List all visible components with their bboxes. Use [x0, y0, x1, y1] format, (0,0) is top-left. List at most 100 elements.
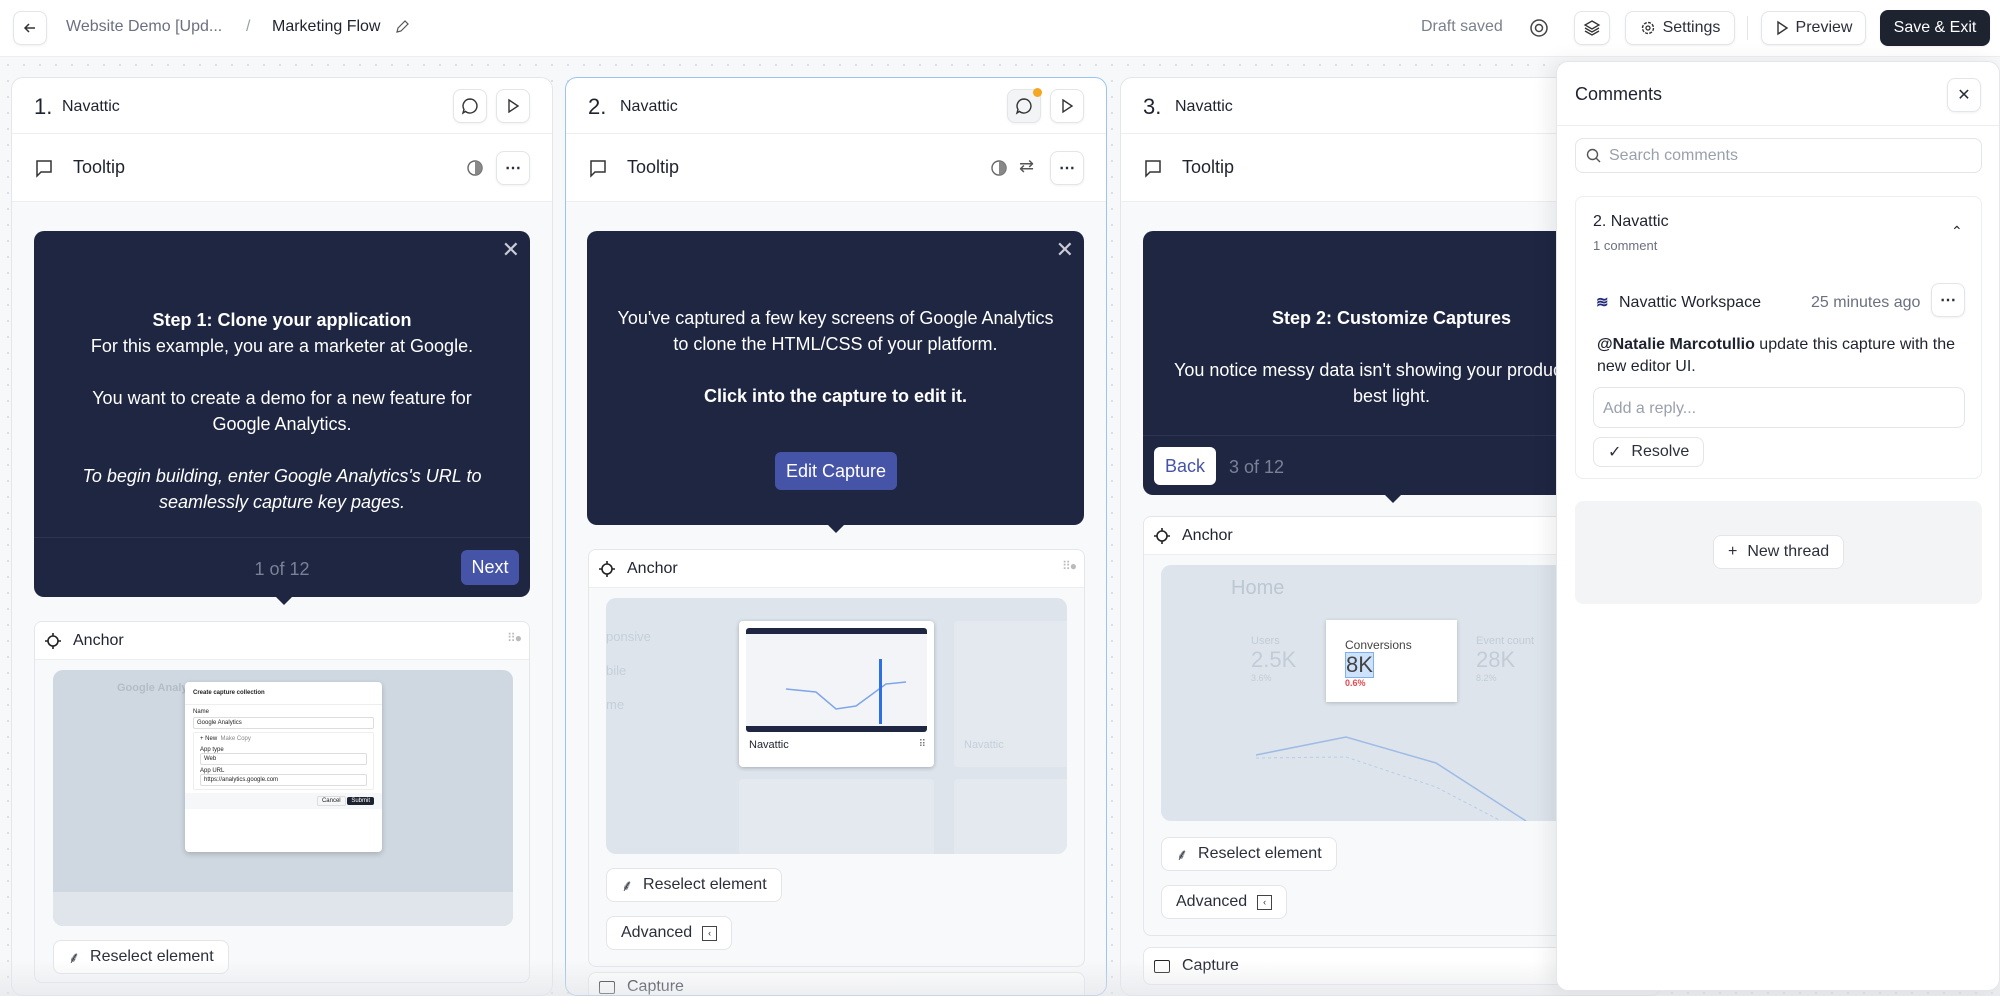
reselect-element-button[interactable]: ⸙ Reselect element	[53, 940, 229, 974]
play-step-button[interactable]	[496, 89, 530, 123]
advanced-label: Advanced	[1176, 893, 1248, 910]
close-icon: ✕	[1957, 87, 1971, 104]
mention[interactable]: @Natalie Marcotullio	[1597, 336, 1755, 353]
drag-handle-icon[interactable]: ⠿●	[1062, 559, 1077, 573]
search-icon	[1586, 148, 1601, 163]
dialog-input: https://analytics.google.com	[200, 774, 367, 786]
divider	[1747, 16, 1748, 40]
comment-more-button[interactable]: ⋯	[1931, 283, 1965, 317]
dialog-label: Name	[193, 709, 210, 715]
next-button[interactable]: Next	[461, 550, 519, 585]
dialog-select: Web	[200, 753, 367, 765]
capture-tile-name: Navattic	[964, 739, 1004, 751]
breadcrumb-parent[interactable]: Website Demo [Upd...	[66, 18, 222, 36]
resolve-button[interactable]: ✓ Resolve	[1593, 437, 1705, 467]
swap-icon[interactable]: ⇄	[1019, 156, 1034, 177]
cursor-click-icon: ⸙	[621, 878, 634, 895]
reselect-element-button[interactable]: ⸙ Reselect element	[606, 868, 782, 902]
comments-title: Comments	[1575, 84, 1663, 104]
flow-title[interactable]: Marketing Flow	[272, 18, 380, 36]
thumb-side-label: ponsive	[606, 629, 651, 644]
capture-label: Capture	[627, 978, 684, 995]
play-step-button[interactable]	[1050, 89, 1084, 123]
thumb-side-label: me	[606, 697, 625, 712]
tooltip-pager: 1 of 12	[254, 559, 310, 579]
step-number: 3.	[1143, 94, 1162, 119]
tooltip-text: For this example, you are a marketer at …	[90, 336, 474, 356]
anchor-section: Anchor ⠿● Google Analytics Create captur…	[34, 621, 530, 983]
tooltip-preview[interactable]: ✕ Step 1: Clone your application For thi…	[34, 231, 530, 605]
new-thread-button[interactable]: + New thread	[1713, 535, 1845, 569]
anchor-label: Anchor	[627, 559, 678, 577]
dialog-title: Create capture collection	[185, 682, 382, 705]
capture-thumbnail[interactable]: ponsive bile me Navattic ⠿ Navattic	[606, 598, 1067, 854]
step-card-1[interactable]: 1. Navattic Tooltip ⋯ ✕ Step 1: Clone yo…	[11, 77, 553, 996]
layers-button[interactable]	[1574, 11, 1610, 45]
dialog-cancel: Cancel	[316, 796, 346, 806]
comment-button[interactable]	[1007, 88, 1042, 123]
cursor-click-icon: ⸙	[68, 950, 81, 967]
dialog-tab: Make Copy	[220, 736, 251, 742]
crosshair-icon	[45, 632, 61, 649]
back-button[interactable]	[13, 11, 47, 45]
save-exit-button[interactable]: Save & Exit	[1880, 10, 1990, 46]
more-options-button[interactable]: ⋯	[1050, 151, 1084, 185]
step-type: Tooltip	[1182, 157, 1235, 177]
theme-contrast-icon[interactable]	[466, 159, 484, 177]
capture-tile[interactable]: Navattic ⠿	[739, 621, 934, 767]
anchor-section: Anchor ⠿● ponsive bile me Navattic ⠿ Nav…	[588, 549, 1085, 967]
preview-button[interactable]: Preview	[1761, 11, 1866, 45]
tooltip-text: You want to create a demo for a new feat…	[92, 388, 472, 434]
step-type: Tooltip	[627, 157, 680, 177]
step-name: Navattic	[62, 98, 120, 115]
monitor-icon	[1154, 959, 1170, 973]
thread-title[interactable]: 2. Navattic	[1593, 213, 1669, 231]
anchor-label: Anchor	[1182, 526, 1233, 544]
capture-tile-name: Navattic	[749, 739, 789, 751]
reselect-element-button[interactable]: ⸙ Reselect element	[1161, 837, 1337, 871]
edit-capture-button[interactable]: Edit Capture	[775, 452, 897, 490]
advanced-button[interactable]: Advanced ‹	[606, 916, 733, 950]
step-name: Navattic	[620, 98, 678, 115]
settings-button[interactable]: Settings	[1625, 11, 1735, 45]
comment-button[interactable]	[453, 89, 487, 123]
draft-status: Draft saved	[1421, 18, 1503, 35]
capture-label: Capture	[1182, 957, 1239, 974]
pencil-icon[interactable]	[394, 19, 410, 35]
step-card-2[interactable]: 2. Navattic Tooltip ⇄ ⋯ ✕ You've capture…	[565, 77, 1107, 996]
advanced-button[interactable]: Advanced ‹	[1161, 885, 1288, 919]
close-icon[interactable]: ✕	[502, 237, 520, 263]
thread-count: 1 comment	[1593, 238, 1658, 253]
capture-thumbnail[interactable]: Google Analytics Create capture collecti…	[53, 670, 513, 926]
drag-handle-icon[interactable]: ⠿	[919, 739, 926, 750]
dialog-tab: + New	[200, 736, 218, 742]
chevron-up-icon[interactable]: ⌃	[1951, 223, 1963, 240]
dialog-submit: Submit	[347, 797, 374, 805]
close-comments-button[interactable]: ✕	[1947, 78, 1981, 112]
step-number: 1.	[34, 94, 53, 119]
resolve-label: Resolve	[1631, 443, 1690, 460]
thumb-side-label: bile	[606, 663, 627, 678]
settings-label: Settings	[1662, 19, 1721, 36]
capture-section[interactable]: Capture	[588, 972, 1085, 995]
tooltip-bold-text: Click into the capture to edit it.	[703, 386, 968, 406]
sidebar-panel-icon: ‹	[702, 925, 718, 941]
comment-time: 25 minutes ago	[1811, 294, 1921, 311]
reply-input[interactable]: Add a reply...	[1593, 387, 1965, 428]
more-options-button[interactable]: ⋯	[496, 151, 530, 185]
check-icon: ✓	[1608, 444, 1622, 461]
preview-label: Preview	[1795, 19, 1853, 36]
close-icon[interactable]: ✕	[1056, 237, 1074, 263]
help-lifebuoy-icon[interactable]	[1529, 18, 1549, 38]
tooltip-icon	[590, 160, 606, 178]
theme-contrast-icon[interactable]	[990, 159, 1008, 177]
search-comments-input[interactable]: Search comments	[1575, 138, 1982, 173]
chat-bubble-icon	[461, 98, 478, 115]
play-icon	[1062, 98, 1074, 114]
tooltip-preview[interactable]: ✕ You've captured a few key screens of G…	[587, 231, 1084, 533]
tooltip-title: Step 1: Clone your application	[152, 310, 412, 330]
breadcrumb-separator: /	[246, 18, 251, 35]
drag-handle-icon[interactable]: ⠿●	[507, 631, 522, 645]
comment-author: Navattic Workspace	[1619, 294, 1761, 311]
workspace-avatar-icon: ≋	[1596, 294, 1609, 311]
